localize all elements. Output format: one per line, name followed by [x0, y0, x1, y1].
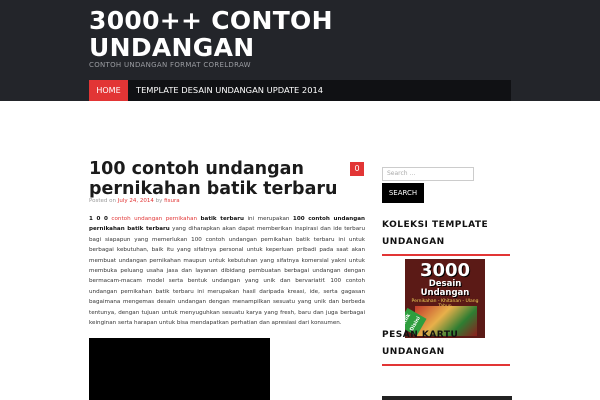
lead-number: 1 0 0 [89, 216, 108, 222]
post-meta: Posted on July 24, 2014 by fisura [89, 198, 180, 204]
site-description: CONTOH UNDANGAN FORMAT CORELDRAW [89, 61, 251, 69]
embedded-media[interactable] [89, 338, 270, 400]
widget-divider [382, 364, 510, 366]
search-input[interactable]: Search … [382, 167, 474, 181]
post-author[interactable]: fisura [164, 198, 179, 204]
site-header: 3000++ CONTOH UNDANGAN CONTOH UNDANGAN F… [0, 0, 600, 101]
post-date[interactable]: July 24, 2014 [118, 198, 154, 204]
search-button[interactable]: Search [382, 183, 424, 203]
post-content: 1 0 0 contoh undangan pernikahan batik t… [89, 214, 365, 328]
widget-title-pesan: PESAN KARTU UNDANGAN [382, 330, 459, 357]
meta-prefix: Posted on [89, 198, 116, 204]
ad-text: Desain Undangan [420, 279, 470, 298]
widget-title-koleksi: KOLEKSI TEMPLATE UNDANGAN [382, 220, 489, 247]
nav-item-template-desain[interactable]: Template Desain Undangan Update 2014 [136, 80, 323, 101]
post-title[interactable]: 100 contoh undangan pernikahan batik ter… [89, 159, 339, 199]
widget-divider [382, 254, 510, 256]
content-text-1: ini merupakan [244, 216, 293, 222]
meta-by: by [155, 198, 163, 204]
ad-number: 3000 [419, 260, 471, 281]
widget-image-top [382, 396, 512, 400]
comment-count-badge[interactable]: 0 [350, 162, 364, 176]
content-bold-1: batik terbaru [200, 216, 245, 222]
nav-item-home[interactable]: Home [89, 80, 128, 101]
site-title[interactable]: 3000++ CONTOH UNDANGAN [89, 7, 389, 61]
main-nav: Home Template Desain Undangan Update 201… [89, 80, 511, 101]
content-text-2: yang diharapkan akan dapat memberikan in… [89, 226, 365, 327]
content-link[interactable]: contoh undangan pernikahan [111, 216, 197, 222]
